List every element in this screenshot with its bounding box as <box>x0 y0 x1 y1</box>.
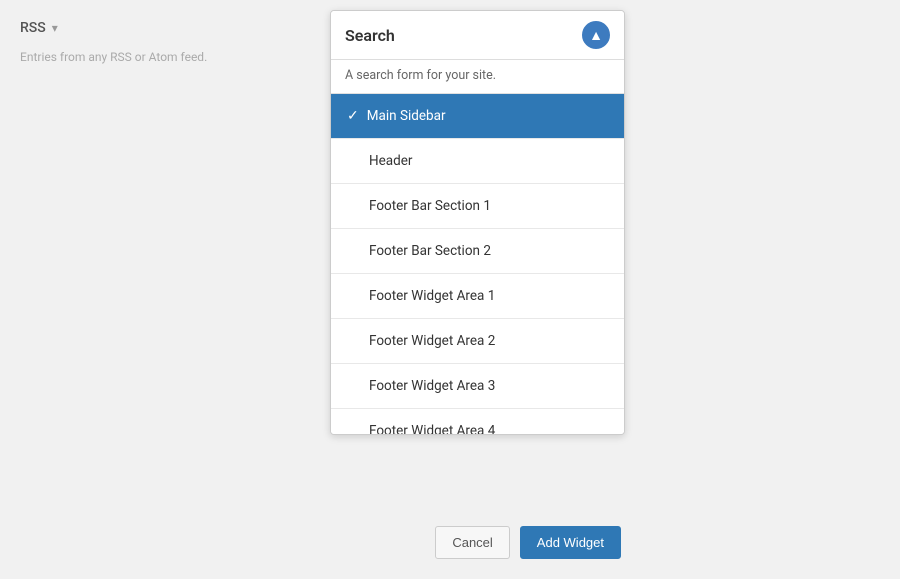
dropdown-title: Search <box>345 26 395 45</box>
list-item[interactable]: Footer Bar Section 2 <box>331 229 624 274</box>
rss-label: RSS <box>20 20 46 36</box>
list-item-label: Main Sidebar <box>367 108 446 124</box>
list-item-label: Footer Widget Area 1 <box>369 288 495 304</box>
list-item[interactable]: ✓ Main Sidebar <box>331 94 624 139</box>
close-button[interactable]: ▲ <box>582 21 610 49</box>
rss-widget: RSS ▾ <box>20 20 300 36</box>
list-item-label: Footer Widget Area 2 <box>369 333 495 349</box>
list-item[interactable]: Footer Widget Area 1 <box>331 274 624 319</box>
list-item-label: Footer Bar Section 2 <box>369 243 491 259</box>
dropdown-header: Search ▲ <box>331 11 624 60</box>
arrow-up-icon: ▲ <box>589 27 603 44</box>
list-item-label: Footer Bar Section 1 <box>369 198 491 214</box>
list-item[interactable]: Footer Widget Area 3 <box>331 364 624 409</box>
footer-actions: Cancel Add Widget <box>330 514 625 559</box>
dropdown-subtitle: A search form for your site. <box>331 60 624 94</box>
list-item[interactable]: Footer Widget Area 4 <box>331 409 624 434</box>
list-item-label: Header <box>369 153 412 169</box>
dropdown-list: ✓ Main Sidebar Header Footer Bar Section… <box>331 94 624 434</box>
check-icon: ✓ <box>347 108 359 124</box>
list-item[interactable]: Footer Bar Section 1 <box>331 184 624 229</box>
dropdown-panel: Search ▲ A search form for your site. ✓ … <box>330 10 625 435</box>
chevron-down-icon: ▾ <box>52 21 58 35</box>
list-item[interactable]: Footer Widget Area 2 <box>331 319 624 364</box>
list-item-label: Footer Widget Area 4 <box>369 423 495 434</box>
page-wrapper: RSS ▾ Entries from any RSS or Atom feed.… <box>0 0 900 579</box>
rss-description: Entries from any RSS or Atom feed. <box>20 48 240 66</box>
cancel-button[interactable]: Cancel <box>435 526 509 559</box>
list-item[interactable]: Header <box>331 139 624 184</box>
add-widget-button[interactable]: Add Widget <box>520 526 621 559</box>
left-panel: RSS ▾ Entries from any RSS or Atom feed. <box>0 0 320 579</box>
list-item-label: Footer Widget Area 3 <box>369 378 495 394</box>
